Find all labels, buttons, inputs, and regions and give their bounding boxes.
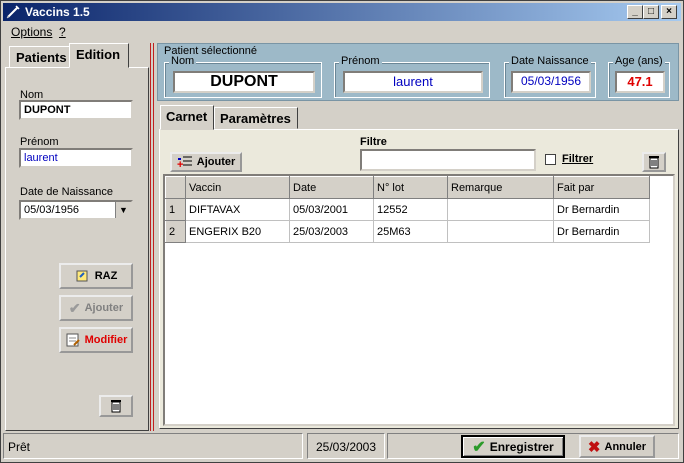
prenom-label: Prénom: [20, 136, 59, 148]
patient-header: Patient sélectionné Nom DUPONT Prénom la…: [157, 43, 679, 101]
annuler-button[interactable]: ✖ Annuler: [579, 435, 655, 458]
row-number: 2: [165, 220, 186, 243]
window-title: Vaccins 1.5: [25, 5, 90, 19]
minimize-button[interactable]: _: [627, 5, 643, 19]
status-date: 25/03/2003: [307, 433, 385, 459]
app-window: Vaccins 1.5 _ □ × Options ? Patients Edi…: [0, 0, 684, 463]
nom-field[interactable]: DUPONT: [19, 100, 133, 120]
age-header-label: Age (ans): [613, 55, 665, 67]
prenom-header-label: Prénom: [339, 55, 382, 67]
delete-vaccine-button[interactable]: [642, 152, 666, 172]
carnet-panel: + Ajouter Filtre Filtrer Vaccin Date N° …: [159, 129, 679, 429]
close-button[interactable]: ×: [661, 5, 677, 19]
ddn-label: Date de Naissance: [20, 186, 113, 198]
prenom-field[interactable]: laurent: [19, 148, 133, 168]
left-panel: Patients Edition Nom DUPONT Prénom laure…: [3, 43, 149, 431]
raz-button[interactable]: RAZ: [59, 263, 133, 289]
ajouter-button[interactable]: ✔ Ajouter: [59, 295, 133, 321]
ddn-header-value: 05/03/1956: [511, 71, 591, 93]
title-bar: Vaccins 1.5 _ □ ×: [3, 3, 681, 21]
column-header-date[interactable]: Date: [289, 176, 374, 199]
filtre-label: Filtre: [360, 136, 387, 148]
filtrer-label[interactable]: Filtrer: [562, 153, 593, 165]
corner-cell: [165, 176, 186, 199]
status-text: Prêt: [3, 433, 303, 459]
maximize-button[interactable]: □: [643, 5, 659, 19]
ddn-group: Date Naissance 05/03/1956: [504, 55, 596, 98]
tab-edition[interactable]: Edition: [69, 43, 129, 68]
table-row[interactable]: 1 DIFTAVAX 05/03/2001 12552 Dr Bernardin: [165, 198, 650, 221]
chevron-down-icon[interactable]: ▼: [115, 202, 131, 218]
column-header-fait-par[interactable]: Fait par: [553, 176, 650, 199]
add-vaccine-button[interactable]: + Ajouter: [170, 152, 242, 172]
ddn-header-label: Date Naissance: [509, 55, 591, 67]
nom-header-value: DUPONT: [173, 71, 315, 93]
cell-vaccin[interactable]: ENGERIX B20: [185, 220, 290, 243]
syringe-icon: [6, 5, 20, 19]
cell-remarque[interactable]: [447, 198, 554, 221]
eraser-icon: [76, 270, 88, 282]
cell-lot[interactable]: 25M63: [373, 220, 448, 243]
cell-lot[interactable]: 12552: [373, 198, 448, 221]
column-header-vaccin[interactable]: Vaccin: [185, 176, 290, 199]
status-bar: Prêt 25/03/2003 ✔ Enregistrer ✖ Annuler: [3, 433, 681, 460]
edit-document-icon: [66, 333, 80, 347]
panel-splitter[interactable]: [150, 43, 154, 431]
edition-panel: Nom DUPONT Prénom laurent Date de Naissa…: [5, 67, 149, 431]
age-group: Age (ans) 47.1: [608, 55, 670, 98]
age-header-value: 47.1: [615, 71, 665, 93]
checkmark-icon: ✔: [472, 438, 486, 456]
add-list-icon: +: [177, 156, 192, 169]
cross-icon: ✖: [587, 438, 601, 456]
vaccine-grid: Vaccin Date N° lot Remarque Fait par 1 D…: [163, 174, 675, 426]
row-number: 1: [165, 198, 186, 221]
tab-carnet[interactable]: Carnet: [160, 105, 214, 130]
cell-fait-par[interactable]: Dr Bernardin: [553, 220, 650, 243]
checkmark-icon: ✔: [68, 299, 81, 316]
menu-help[interactable]: ?: [59, 25, 66, 39]
filtre-input[interactable]: [360, 149, 536, 171]
delete-patient-button[interactable]: [99, 395, 133, 417]
table-row[interactable]: 2 ENGERIX B20 25/03/2003 25M63 Dr Bernar…: [165, 220, 650, 243]
menu-bar: Options ?: [3, 23, 681, 41]
cell-fait-par[interactable]: Dr Bernardin: [553, 198, 650, 221]
svg-text:+: +: [177, 159, 183, 169]
trash-icon: [111, 400, 121, 413]
nom-header-label: Nom: [169, 55, 197, 67]
filtrer-checkbox[interactable]: [545, 154, 556, 165]
ddn-value: 05/03/1956: [24, 204, 80, 216]
column-header-remarque[interactable]: Remarque: [447, 176, 554, 199]
ddn-select[interactable]: 05/03/1956 ▼: [19, 200, 133, 220]
table-header-row: Vaccin Date N° lot Remarque Fait par: [165, 176, 650, 199]
cell-remarque[interactable]: [447, 220, 554, 243]
prenom-header-value: laurent: [343, 71, 483, 93]
prenom-group: Prénom laurent: [334, 55, 490, 98]
enregistrer-button[interactable]: ✔ Enregistrer: [461, 435, 565, 458]
vaccine-table: Vaccin Date N° lot Remarque Fait par 1 D…: [165, 176, 650, 243]
modifier-button[interactable]: Modifier: [59, 327, 133, 353]
trash-icon: [649, 156, 659, 169]
tab-patients[interactable]: Patients: [9, 46, 74, 68]
cell-date[interactable]: 25/03/2003: [289, 220, 374, 243]
column-header-lot[interactable]: N° lot: [373, 176, 448, 199]
tab-parametres[interactable]: Paramètres: [214, 107, 298, 129]
nom-group: Nom DUPONT: [164, 55, 322, 98]
cell-date[interactable]: 05/03/2001: [289, 198, 374, 221]
cell-vaccin[interactable]: DIFTAVAX: [185, 198, 290, 221]
menu-options[interactable]: Options: [11, 25, 52, 39]
